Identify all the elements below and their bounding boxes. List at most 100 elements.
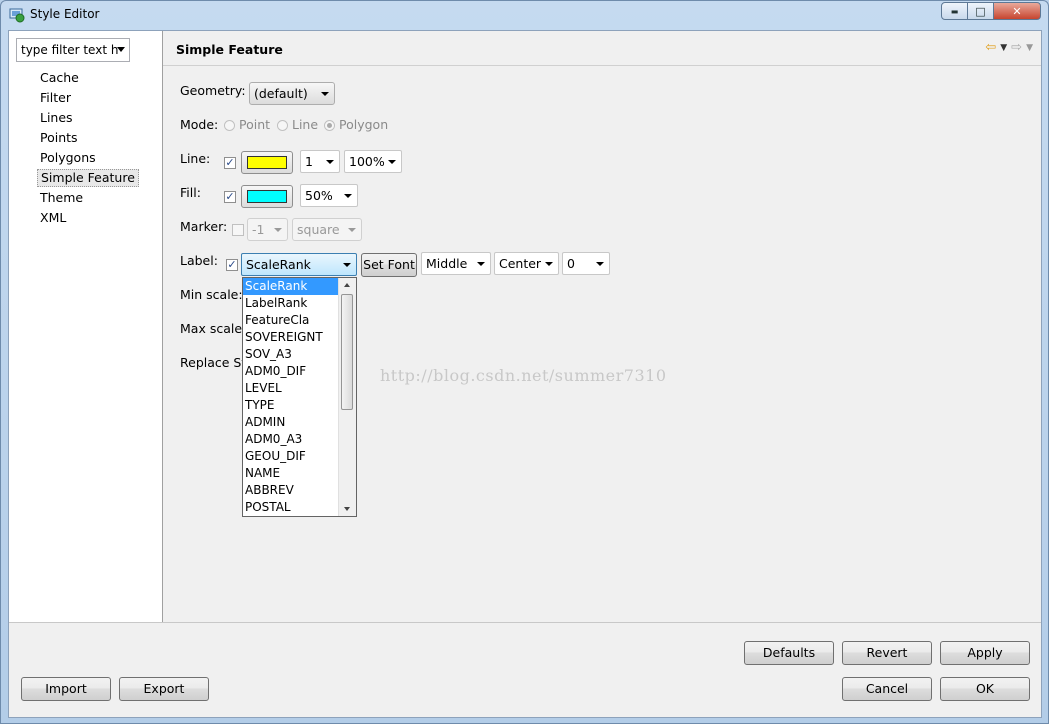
line-opacity-value: 100% <box>349 154 385 169</box>
marker-shape-select[interactable]: square <box>292 218 362 241</box>
fill-label: Fill: <box>180 185 201 200</box>
close-icon: ✕ <box>1012 4 1022 18</box>
tree-item-lines[interactable]: Lines <box>37 109 76 127</box>
dropdown-option[interactable]: ScaleRank <box>243 278 341 295</box>
marker-size-value: -1 <box>252 222 265 237</box>
dropdown-option[interactable]: SOV_A3 <box>243 346 341 363</box>
history-navigation: ⇦ ▼ ⇨ ▼ <box>985 40 1033 55</box>
tree-item-polygons[interactable]: Polygons <box>37 149 99 167</box>
mode-label: Mode: <box>180 117 219 132</box>
set-font-button[interactable]: Set Font <box>361 253 417 277</box>
dropdown-option[interactable]: POSTAL <box>243 499 341 516</box>
page-title: Simple Feature <box>176 42 283 57</box>
line-label: Line: <box>180 151 211 166</box>
label-horizontal-select[interactable]: Center <box>494 252 559 275</box>
export-button[interactable]: Export <box>119 677 209 701</box>
replace-label: Replace St <box>180 355 247 370</box>
line-color-button[interactable] <box>241 151 293 174</box>
dropdown-option[interactable]: ADM0_A3 <box>243 431 341 448</box>
mode-line-label: Line <box>292 117 319 132</box>
maximize-button[interactable]: □ <box>967 2 994 20</box>
line-width-value: 1 <box>305 154 313 169</box>
tree-item-xml[interactable]: XML <box>37 209 69 227</box>
line-width-select[interactable]: 1 <box>300 150 340 173</box>
tree-item-simple-feature[interactable]: Simple Feature <box>37 169 139 187</box>
min-scale-label: Min scale: <box>180 287 243 302</box>
geometry-value: (default) <box>254 86 308 101</box>
label-enabled-checkbox[interactable]: ✓ <box>226 259 238 271</box>
dropdown-option[interactable]: LabelRank <box>243 295 341 312</box>
forward-arrow-icon[interactable]: ⇨ <box>1011 40 1022 55</box>
scrollbar-thumb[interactable] <box>341 294 353 410</box>
dropdown-option[interactable]: SOVEREIGNT <box>243 329 341 346</box>
filter-input[interactable]: type filter text h <box>16 38 130 62</box>
marker-shape-value: square <box>297 222 340 237</box>
defaults-button[interactable]: Defaults <box>744 641 834 665</box>
mode-point-radio[interactable] <box>224 120 235 131</box>
minimize-button[interactable]: ▬ <box>941 2 968 20</box>
chevron-down-icon <box>343 263 351 267</box>
fill-color-button[interactable] <box>241 185 293 208</box>
geometry-select[interactable]: (default) <box>249 82 335 105</box>
chevron-down-icon <box>477 262 485 266</box>
mode-polygon-radio[interactable] <box>324 120 335 131</box>
tree-item-cache[interactable]: Cache <box>37 69 82 87</box>
ok-button[interactable]: OK <box>940 677 1030 701</box>
dropdown-scrollbar[interactable] <box>338 278 356 516</box>
scroll-down-icon[interactable] <box>344 507 350 511</box>
line-opacity-select[interactable]: 100% <box>344 150 402 173</box>
marker-size-select[interactable]: -1 <box>247 218 288 241</box>
maximize-icon: □ <box>975 4 986 18</box>
dropdown-option[interactable]: ADM0_DIF <box>243 363 341 380</box>
watermark-text: http://blog.csdn.net/summer7310 <box>380 366 667 385</box>
style-editor-window: Style Editor ▬ □ ✕ type filter text h Ca… <box>0 0 1049 724</box>
marker-enabled-checkbox[interactable] <box>232 224 244 236</box>
label-field-select[interactable]: ScaleRank <box>241 253 357 276</box>
button-area-divider <box>9 622 1041 623</box>
chevron-down-icon <box>321 92 329 96</box>
mode-line-radio[interactable] <box>277 120 288 131</box>
label-field-value: ScaleRank <box>246 257 311 272</box>
line-enabled-checkbox[interactable]: ✓ <box>224 157 236 169</box>
tree-item-filter[interactable]: Filter <box>37 89 74 107</box>
chevron-down-icon <box>596 262 604 266</box>
dropdown-option[interactable]: GEOU_DIF <box>243 448 341 465</box>
back-menu-icon[interactable]: ▼ <box>1000 43 1007 53</box>
label-rotation-value: 0 <box>567 256 575 271</box>
filter-dropdown-icon[interactable] <box>117 47 125 52</box>
title-bar[interactable]: Style Editor ▬ □ ✕ <box>1 1 1048 29</box>
dropdown-option[interactable]: ADMIN <box>243 414 341 431</box>
dropdown-option[interactable]: ABBREV <box>243 482 341 499</box>
label-horizontal-value: Center <box>499 256 542 271</box>
forward-menu-icon[interactable]: ▼ <box>1026 43 1033 53</box>
cancel-button[interactable]: Cancel <box>842 677 932 701</box>
close-button[interactable]: ✕ <box>993 2 1041 20</box>
dropdown-option[interactable]: TYPE <box>243 397 341 414</box>
fill-opacity-select[interactable]: 50% <box>300 184 358 207</box>
fill-color-swatch <box>247 190 287 203</box>
label-field-dropdown-list[interactable]: ScaleRank LabelRank FeatureCla SOVEREIGN… <box>242 277 357 517</box>
revert-button[interactable]: Revert <box>842 641 932 665</box>
chevron-down-icon <box>388 160 396 164</box>
tree-item-theme[interactable]: Theme <box>37 189 86 207</box>
label-vertical-select[interactable]: Middle <box>421 252 491 275</box>
fill-enabled-checkbox[interactable]: ✓ <box>224 191 236 203</box>
chevron-down-icon <box>344 194 352 198</box>
label-rotation-select[interactable]: 0 <box>562 252 610 275</box>
mode-point-label: Point <box>239 117 271 132</box>
window-title: Style Editor <box>30 7 100 21</box>
scroll-up-icon[interactable] <box>344 283 350 287</box>
dropdown-option[interactable]: LEVEL <box>243 380 341 397</box>
tree-item-points[interactable]: Points <box>37 129 81 147</box>
label-vertical-value: Middle <box>426 256 468 271</box>
fill-opacity-value: 50% <box>305 188 333 203</box>
back-arrow-icon[interactable]: ⇦ <box>985 40 996 55</box>
chevron-down-icon <box>274 228 282 232</box>
apply-button[interactable]: Apply <box>940 641 1030 665</box>
max-scale-label: Max scale: <box>180 321 247 336</box>
filter-placeholder: type filter text h <box>21 43 119 57</box>
label-label: Label: <box>180 253 218 268</box>
import-button[interactable]: Import <box>21 677 111 701</box>
dropdown-option[interactable]: NAME <box>243 465 341 482</box>
dropdown-option[interactable]: FeatureCla <box>243 312 341 329</box>
